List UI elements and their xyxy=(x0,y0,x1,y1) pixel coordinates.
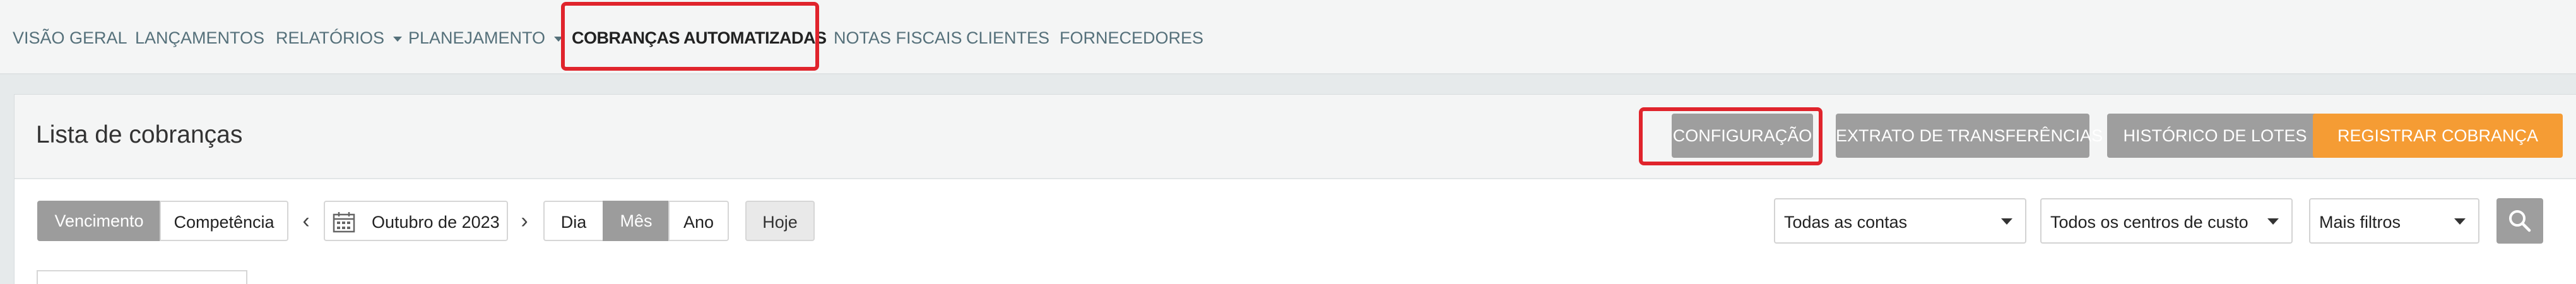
list-item xyxy=(37,270,247,284)
accounts-filter-select[interactable]: Todas as contas xyxy=(1774,198,2026,244)
extrato-transferencias-button[interactable]: EXTRATO DE TRANSFERÊNCIAS xyxy=(1836,114,2103,158)
select-value: Todos os centros de custo xyxy=(2050,213,2248,232)
nav-item-cobrancas-automatizadas[interactable]: COBRANÇAS AUTOMATIZADAS xyxy=(572,27,827,49)
period-mes-button[interactable]: Mês xyxy=(603,201,670,241)
search-button[interactable] xyxy=(2496,198,2543,244)
panel-header: Lista de cobranças CONFIGURAÇÃO EXTRATO … xyxy=(15,95,2576,179)
caret-down-icon xyxy=(2454,218,2466,225)
select-value: Mais filtros xyxy=(2319,213,2401,232)
select-value: Todas as contas xyxy=(1784,213,1908,232)
period-dia-button[interactable]: Dia xyxy=(543,201,604,241)
period-picker[interactable]: Outubro de 2023 xyxy=(324,201,508,241)
hoje-button[interactable]: Hoje xyxy=(745,201,815,241)
nav-item-fornecedores[interactable]: FORNECEDORES xyxy=(1060,27,1203,49)
vencimento-toggle[interactable]: Vencimento xyxy=(37,201,161,241)
nav-item-planejamento[interactable]: PLANEJAMENTO xyxy=(408,27,564,49)
caret-down-icon xyxy=(2001,218,2012,225)
period-value: Outubro de 2023 xyxy=(372,213,500,232)
chevron-down-icon xyxy=(554,36,564,42)
more-filters-select[interactable]: Mais filtros xyxy=(2309,198,2479,244)
cost-centers-filter-select[interactable]: Todos os centros de custo xyxy=(2040,198,2293,244)
caret-down-icon xyxy=(2267,218,2279,225)
nav-item-visao-geral[interactable]: VISÃO GERAL xyxy=(13,27,127,49)
period-ano-button[interactable]: Ano xyxy=(668,201,729,241)
next-period-button[interactable]: › xyxy=(517,201,532,241)
charges-panel: Lista de cobranças CONFIGURAÇÃO EXTRATO … xyxy=(14,94,2576,284)
nav-item-clientes[interactable]: CLIENTES xyxy=(966,27,1049,49)
nav-item-label: RELATÓRIOS xyxy=(276,28,385,47)
nav-item-lancamentos[interactable]: LANÇAMENTOS xyxy=(135,27,264,49)
configuracao-button[interactable]: CONFIGURAÇÃO xyxy=(1672,114,1813,158)
top-navigation: VISÃO GERAL LANÇAMENTOS RELATÓRIOS PLANE… xyxy=(0,0,2576,74)
competencia-toggle[interactable]: Competência xyxy=(160,201,288,241)
historico-lotes-button[interactable]: HISTÓRICO DE LOTES xyxy=(2107,114,2323,158)
calendar-icon xyxy=(333,212,355,233)
registrar-cobranca-button[interactable]: REGISTRAR COBRANÇA xyxy=(2313,114,2563,158)
page-title: Lista de cobranças xyxy=(36,121,243,148)
search-icon xyxy=(2509,210,2531,232)
chevron-down-icon xyxy=(393,36,403,42)
nav-item-relatorios[interactable]: RELATÓRIOS xyxy=(276,27,403,49)
nav-item-notas-fiscais[interactable]: NOTAS FISCAIS xyxy=(834,27,962,49)
nav-item-label: PLANEJAMENTO xyxy=(408,28,546,47)
previous-period-button[interactable]: ‹ xyxy=(298,201,314,241)
